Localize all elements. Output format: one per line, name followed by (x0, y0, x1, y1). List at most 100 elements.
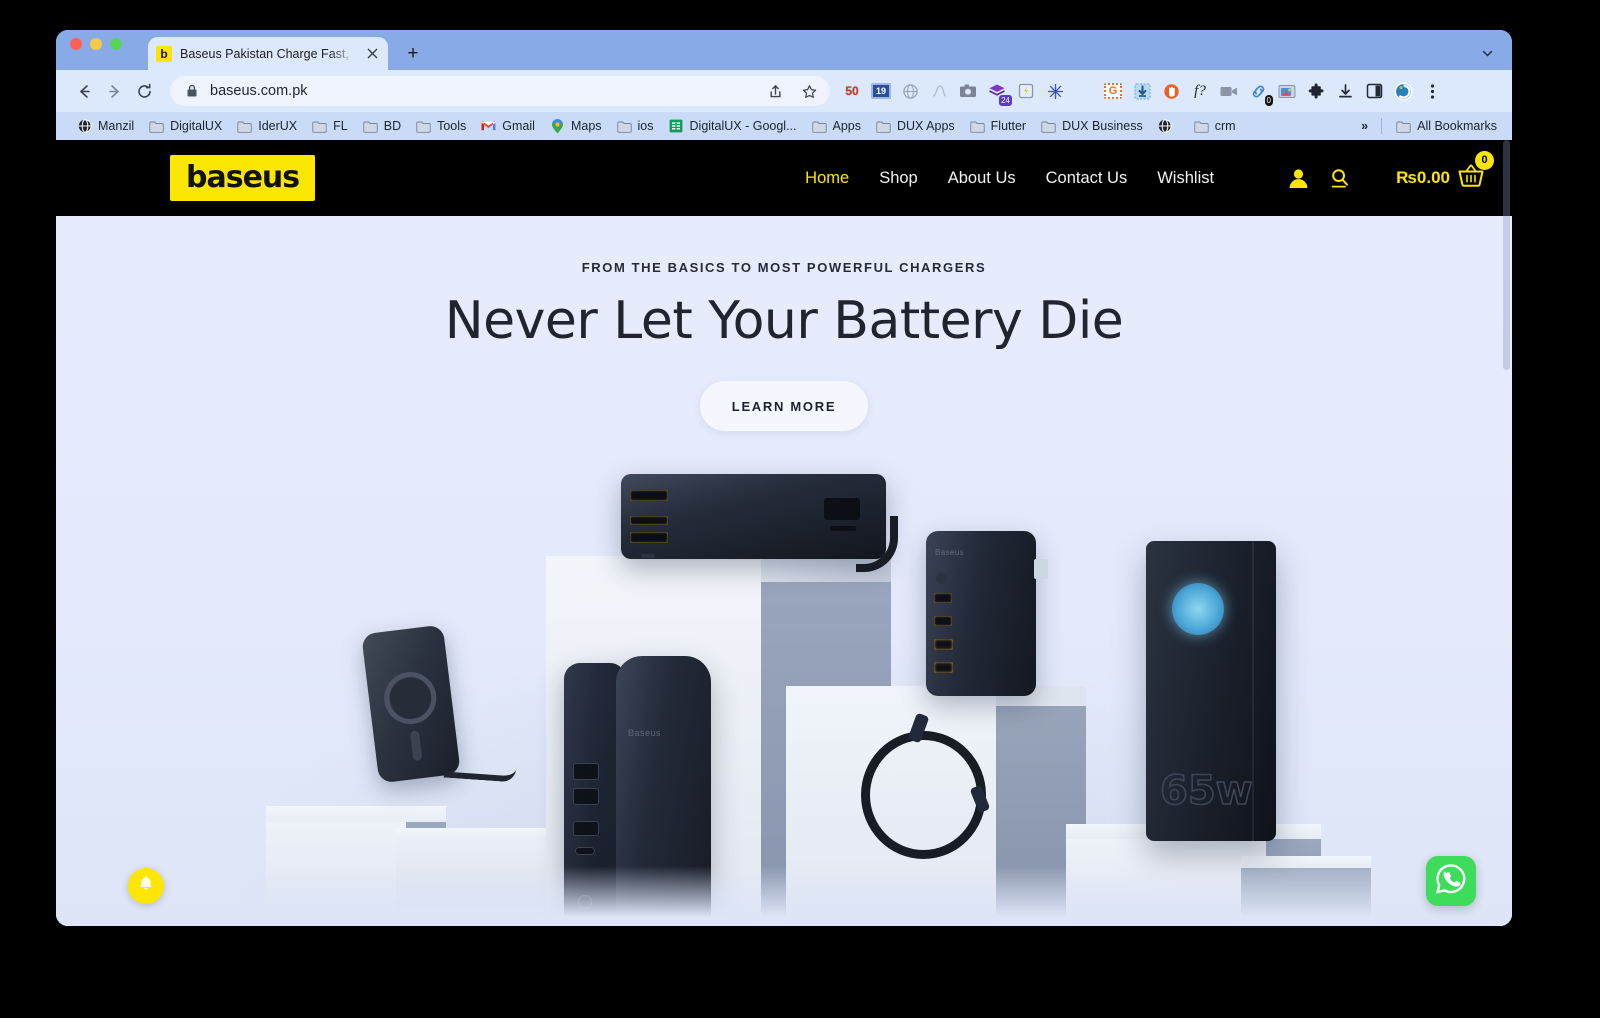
minimize-window-button[interactable] (90, 38, 102, 50)
shopping-50-extension[interactable]: 50 (840, 79, 864, 103)
bookmark-item[interactable]: ios (610, 117, 661, 136)
bookmark-item[interactable]: DUX Apps (869, 117, 962, 136)
extension-badge: 0 (1264, 95, 1273, 106)
globe-extension[interactable] (898, 79, 922, 103)
star-icon[interactable] (798, 80, 820, 102)
profile-avatar-icon[interactable] (1391, 79, 1415, 103)
bookmark-label: IderUX (258, 119, 298, 133)
product-gan-charger-face (621, 474, 693, 572)
folder-icon (1194, 119, 1209, 134)
nav-item-contact-us[interactable]: Contact Us (1046, 169, 1128, 188)
bookmark-label: DigitalUX - Googl... (689, 119, 797, 133)
product-usbc-cable (861, 731, 986, 859)
nav-item-about-us[interactable]: About Us (948, 169, 1016, 188)
page-scrollbar[interactable] (1501, 140, 1512, 926)
puzzle-extensions-icon[interactable] (1304, 79, 1328, 103)
calendar-19-extension[interactable]: 19 (869, 79, 893, 103)
bookmarks-bar: Manzil DigitalUX IderUX FL BD Tools Gmai… (56, 112, 1512, 140)
all-bookmarks-label: All Bookmarks (1417, 119, 1497, 133)
forward-arrow-icon[interactable] (100, 77, 128, 105)
bookmark-item[interactable]: Apps (805, 117, 869, 136)
font-inspector-extension[interactable]: f? (1188, 79, 1212, 103)
bookmark-item[interactable]: crm (1187, 117, 1243, 136)
bookmark-label: DUX Business (1062, 119, 1143, 133)
bookmark-item[interactable]: Maps (543, 117, 609, 136)
close-window-button[interactable] (70, 38, 82, 50)
folder-icon (1396, 119, 1411, 134)
bell-icon (137, 875, 155, 898)
folder-icon (416, 119, 431, 134)
grammarly-extension[interactable]: G (1101, 79, 1125, 103)
close-icon[interactable] (364, 46, 380, 62)
downloads-icon[interactable] (1333, 79, 1357, 103)
maximize-window-button[interactable] (110, 38, 122, 50)
scrollbar-thumb[interactable] (1503, 140, 1510, 370)
browser-window: b Baseus Pakistan Charge Fast, + baseus.… (56, 30, 1512, 926)
tab-strip: b Baseus Pakistan Charge Fast, + (56, 30, 1512, 70)
extension-icons: 50 19 24 G f? 0 (840, 79, 1444, 106)
chevron-down-icon[interactable] (1478, 44, 1496, 62)
video-recorder-extension[interactable] (1217, 79, 1241, 103)
side-panel-icon[interactable] (1362, 79, 1386, 103)
product-magsafe-powerbank (361, 624, 461, 784)
address-bar[interactable]: baseus.com.pk (170, 76, 830, 106)
globe-icon (1158, 119, 1173, 134)
nav-item-home[interactable]: Home (805, 169, 849, 188)
bookmark-item[interactable]: Tools (409, 117, 473, 136)
browser-tab[interactable]: b Baseus Pakistan Charge Fast, (148, 37, 388, 70)
bookmark-item[interactable] (1151, 117, 1186, 136)
bookmark-item[interactable]: DigitalUX (142, 117, 229, 136)
download-helper-extension[interactable] (1130, 79, 1154, 103)
main-navigation: Home Shop About Us Contact Us Wishlist ₨… (805, 150, 1494, 194)
new-tab-button[interactable]: + (402, 42, 424, 64)
gmail-icon (481, 119, 497, 134)
header-icons (1286, 166, 1352, 190)
bookmark-label: Flutter (990, 119, 1027, 133)
bookmark-item[interactable]: Flutter (963, 117, 1033, 136)
bookmark-label: Apps (832, 119, 862, 133)
note-extension[interactable] (1014, 79, 1038, 103)
tab-title: Baseus Pakistan Charge Fast, (180, 46, 349, 61)
analytics-extension[interactable] (927, 79, 951, 103)
whatsapp-fab-button[interactable] (1426, 856, 1476, 906)
bookmarks-separator (1381, 118, 1383, 134)
hand-extension[interactable] (1159, 79, 1183, 103)
user-account-icon[interactable] (1286, 166, 1310, 190)
nav-item-shop[interactable]: Shop (879, 169, 918, 188)
bookmark-item[interactable]: IderUX (230, 117, 304, 136)
yin-yang-extension[interactable] (1072, 79, 1096, 103)
search-icon[interactable] (1328, 166, 1352, 190)
bookmark-label: Manzil (98, 119, 135, 133)
notification-fab-button[interactable] (128, 868, 164, 904)
bookmark-item[interactable]: BD (356, 117, 408, 136)
window-resizer-extension[interactable] (1275, 79, 1299, 103)
share-icon[interactable] (764, 80, 786, 102)
window-traffic-lights (70, 30, 122, 70)
all-bookmarks-button[interactable]: All Bookmarks (1389, 117, 1504, 136)
bookmark-item[interactable]: FL (305, 117, 355, 136)
url-text: baseus.com.pk (210, 83, 308, 99)
folder-icon (970, 119, 985, 134)
nav-item-wishlist[interactable]: Wishlist (1157, 169, 1214, 188)
site-logo[interactable]: baseus (170, 154, 316, 202)
purple-layers-extension[interactable]: 24 (985, 79, 1012, 106)
bookmark-item[interactable]: Gmail (474, 117, 542, 136)
bookmark-label: DigitalUX (170, 119, 223, 133)
hero-product-image: Baseus Baseus 65w (56, 456, 1512, 926)
reload-icon[interactable] (130, 77, 158, 105)
product-wall-charger: Baseus (926, 531, 1048, 696)
bookmark-item[interactable]: DigitalUX - Googl... (662, 117, 804, 136)
back-arrow-icon[interactable] (70, 77, 98, 105)
screenshot-camera-extension[interactable] (956, 79, 980, 103)
sparkle-extension[interactable] (1043, 79, 1067, 103)
bookmarks-overflow-button[interactable]: » (1355, 117, 1374, 135)
hero-title: Never Let Your Battery Die (444, 291, 1124, 351)
folder-icon (237, 119, 252, 134)
bookmark-item[interactable]: Manzil (70, 117, 141, 136)
bookmark-label: Gmail (502, 119, 535, 133)
learn-more-button[interactable]: LEARN MORE (700, 381, 868, 431)
cart-widget[interactable]: ₨0.00 0 (1396, 150, 1494, 194)
bookmark-item[interactable]: DUX Business (1034, 117, 1150, 136)
three-dot-menu-icon[interactable] (1420, 79, 1444, 103)
link-counter-extension[interactable]: 0 (1246, 79, 1273, 106)
